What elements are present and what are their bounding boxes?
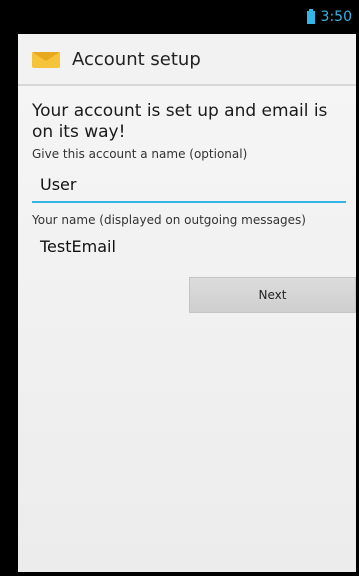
- battery-icon: [306, 8, 315, 24]
- setup-form: Your account is set up and email is on i…: [18, 101, 356, 313]
- setup-message: Your account is set up and email is on i…: [32, 101, 328, 142]
- account-name-label: Give this account a name (optional): [32, 147, 248, 161]
- screen-border-bottom: [0, 572, 359, 576]
- envelope-flap: [32, 52, 60, 61]
- next-button[interactable]: Next: [189, 277, 356, 313]
- your-name-label: Your name (displayed on outgoing message…: [32, 213, 306, 227]
- account-name-input[interactable]: User: [32, 173, 346, 203]
- button-row: Next: [32, 277, 356, 313]
- page-title: Account setup: [72, 48, 201, 70]
- account-setup-screen: Account setup Your account is set up and…: [18, 34, 356, 572]
- your-name-input[interactable]: TestEmail: [32, 235, 343, 263]
- screen-border-left: [0, 0, 18, 576]
- email-app-icon[interactable]: [32, 48, 60, 70]
- status-bar: 3:50: [18, 0, 356, 34]
- clock: 3:50: [320, 9, 352, 25]
- action-bar: Account setup: [18, 34, 356, 86]
